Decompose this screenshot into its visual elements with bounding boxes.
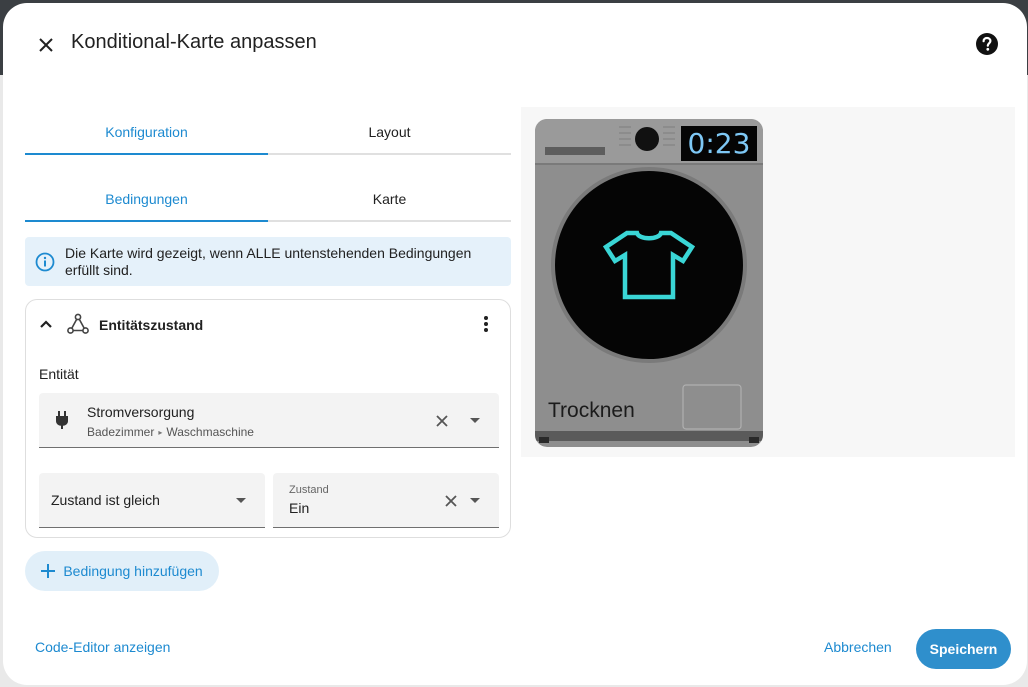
info-text: Die Karte wird gezeigt, wenn ALLE untens… (65, 244, 472, 278)
entity-label: Entität (39, 366, 79, 382)
state-label: Zustand (289, 484, 329, 496)
tab-configuration[interactable]: Konfiguration (25, 111, 268, 155)
plug-icon (56, 411, 68, 429)
info-icon (35, 252, 55, 271)
entity-name: Stromversorgung (87, 404, 195, 420)
condition-icon (67, 313, 89, 334)
state-value: Ein (289, 500, 310, 516)
main-tabs: Konfiguration Layout (25, 111, 511, 155)
entity-area: Badezimmer (87, 425, 155, 439)
dialog-title: Konditional-Karte anpassen (71, 31, 317, 53)
card-preview: 0:23 Trocknen (521, 107, 1015, 457)
code-editor-button[interactable]: Code-Editor anzeigen (35, 639, 170, 655)
sub-tabs: Bedingungen Karte (25, 178, 511, 222)
state-clear-button[interactable] (440, 490, 462, 512)
dropdown-icon (470, 418, 480, 423)
timer-display: 0:23 (681, 126, 757, 161)
condition-menu-button[interactable] (474, 312, 498, 336)
collapse-button[interactable] (36, 314, 56, 334)
status-label: Trocknen (548, 399, 635, 422)
tab-card[interactable]: Karte (268, 178, 511, 220)
washing-machine-card[interactable]: 0:23 Trocknen (535, 119, 763, 447)
entity-dropdown-button[interactable] (465, 411, 485, 431)
clear-icon (436, 415, 448, 427)
add-condition-button[interactable]: Bedingung hinzufügen (25, 551, 219, 591)
dropdown-icon (236, 498, 246, 503)
entity-clear-button[interactable] (431, 410, 453, 432)
condition-header[interactable]: Entitätszustand (26, 300, 510, 348)
more-vert-icon (484, 316, 488, 332)
entity-device: Waschmaschine (166, 425, 254, 439)
entity-context: Badezimmer ▸ Waschmaschine (87, 425, 254, 439)
dropdown-icon (470, 498, 480, 503)
tshirt-icon (603, 230, 695, 300)
edit-card-dialog: Konditional-Karte anpassen Konfiguration… (3, 3, 1027, 685)
close-button[interactable] (31, 30, 61, 60)
entity-picker[interactable]: Stromversorgung Badezimmer ▸ Waschmaschi… (39, 393, 499, 448)
tab-conditions[interactable]: Bedingungen (25, 178, 268, 222)
state-select[interactable]: Zustand Ein (273, 473, 499, 528)
operator-dropdown-button[interactable] (231, 491, 251, 511)
condition-title: Entitätszustand (99, 317, 204, 333)
condition-panel: Entitätszustand Entität Stromversorgung … (25, 299, 511, 538)
tab-layout[interactable]: Layout (268, 111, 511, 153)
save-button[interactable]: Speichern (916, 629, 1011, 669)
operator-select[interactable]: Zustand ist gleich (39, 473, 265, 528)
help-button[interactable] (973, 30, 1001, 58)
plus-icon (41, 564, 56, 578)
cancel-button[interactable]: Abbrechen (824, 639, 892, 655)
help-icon (976, 33, 998, 55)
operator-value: Zustand ist gleich (51, 492, 160, 508)
add-condition-label: Bedingung hinzufügen (63, 563, 203, 579)
chevron-up-icon (40, 320, 52, 328)
clear-icon (445, 495, 457, 507)
breadcrumb-separator: ▸ (158, 427, 163, 437)
state-dropdown-button[interactable] (465, 491, 485, 511)
info-alert: Die Karte wird gezeigt, wenn ALLE untens… (25, 237, 511, 286)
close-icon (39, 38, 53, 52)
